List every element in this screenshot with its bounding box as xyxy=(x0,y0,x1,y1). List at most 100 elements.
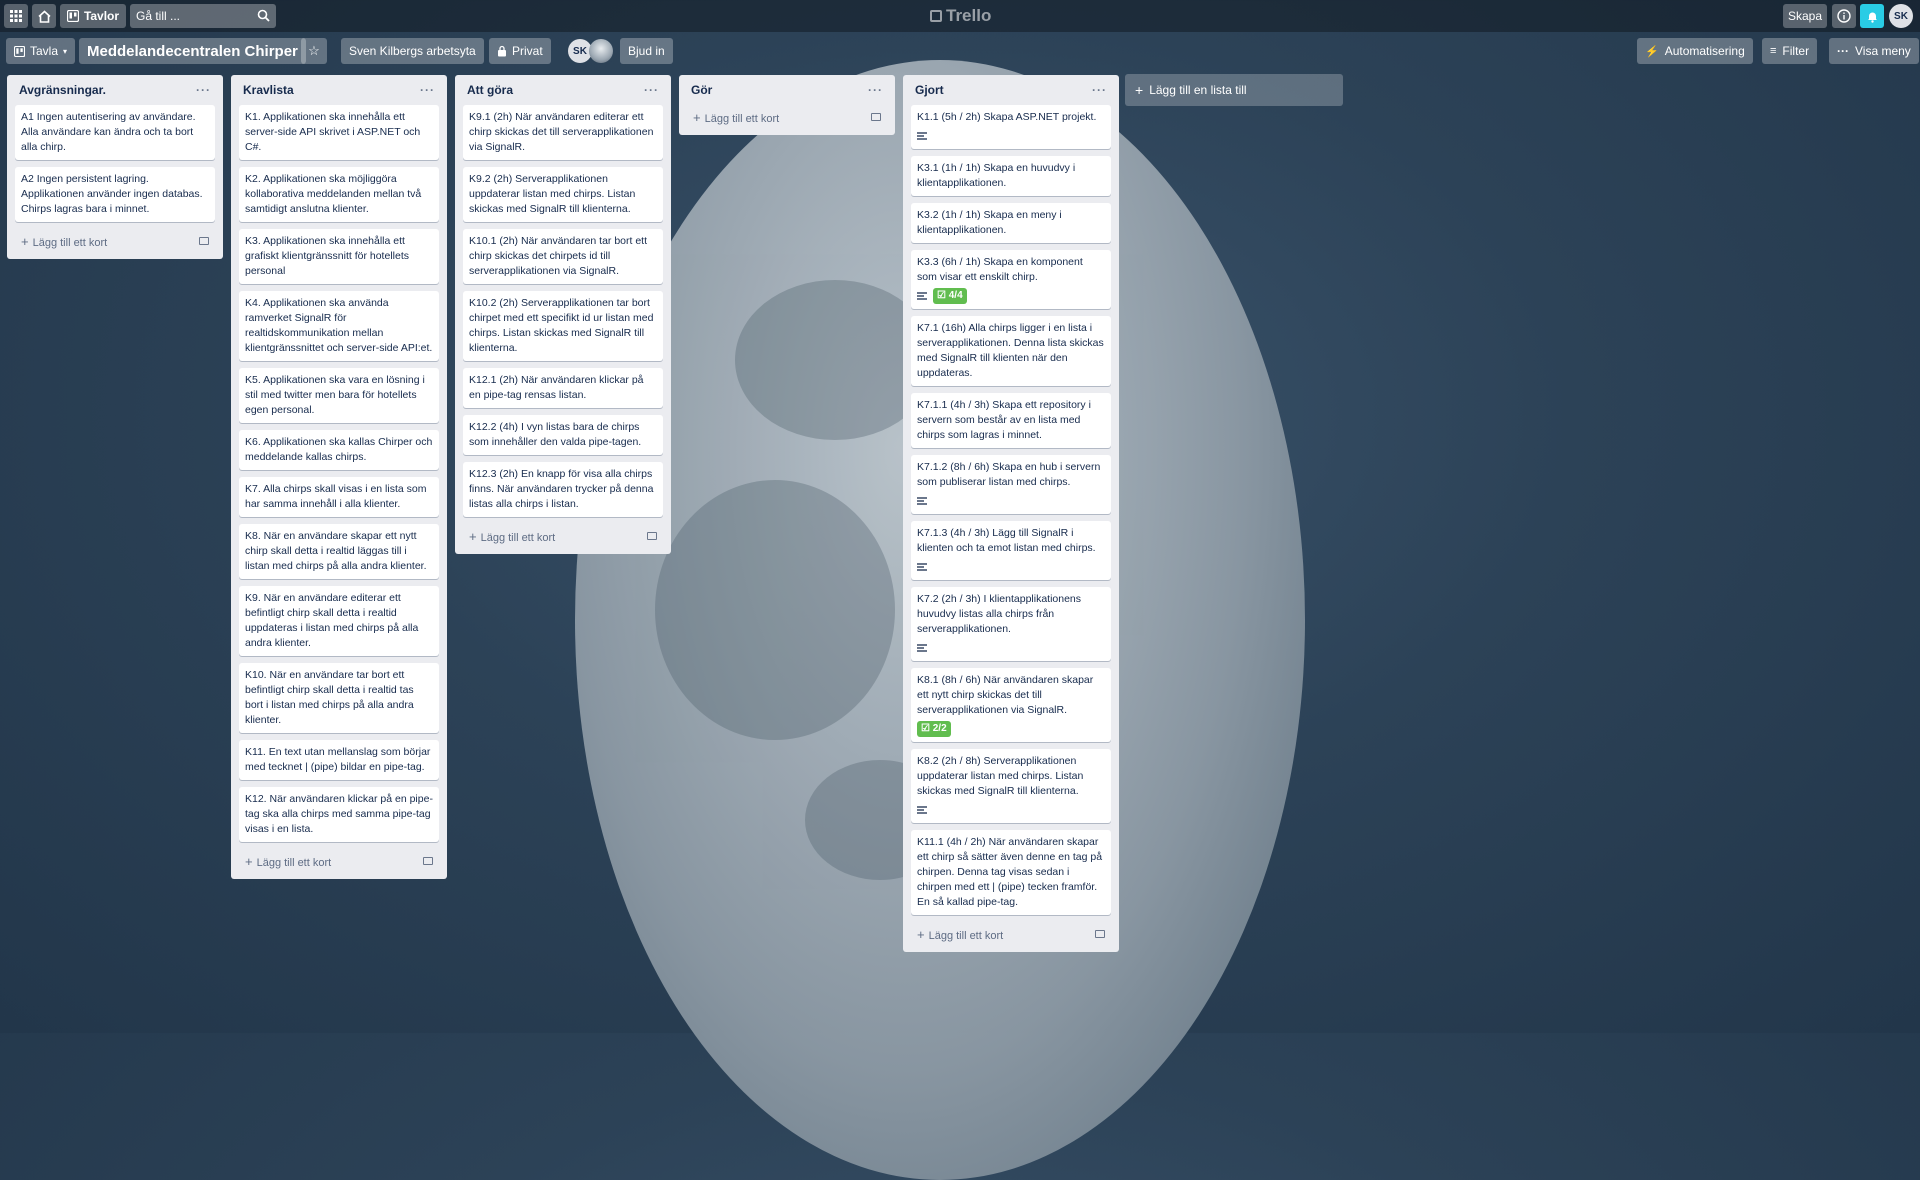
apps-icon[interactable] xyxy=(4,4,28,28)
card[interactable]: K8.1 (8h / 6h) När användaren skapar ett… xyxy=(911,668,1111,742)
card-title: K10.2 (2h) Serverapplikationen tar bort … xyxy=(469,297,654,354)
list-menu-icon[interactable]: ··· xyxy=(1092,83,1107,97)
checklist-badge: ☑ 2/2 xyxy=(917,721,951,737)
card[interactable]: K12. När användaren klickar på en pipe-t… xyxy=(239,787,439,842)
card-title: K7. Alla chirps skall visas i en lista s… xyxy=(245,483,427,510)
add-card-button[interactable]: + Lägg till ett kort xyxy=(239,849,439,873)
card[interactable]: K3.1 (1h / 1h) Skapa en huvudvy i klient… xyxy=(911,156,1111,196)
list-title[interactable]: Avgränsningar. xyxy=(19,83,106,97)
card[interactable]: K7.1.2 (8h / 6h) Skapa en hub i servern … xyxy=(911,455,1111,514)
info-button[interactable] xyxy=(1832,4,1856,28)
card[interactable]: K11. En text utan mellanslag som börjar … xyxy=(239,740,439,780)
card[interactable]: K6. Applikationen ska kallas Chirper och… xyxy=(239,430,439,470)
card[interactable]: A1 Ingen autentisering av användare. All… xyxy=(15,105,215,160)
automation-label: Automatisering xyxy=(1664,44,1745,58)
template-icon[interactable] xyxy=(871,113,881,121)
card[interactable]: K8.2 (2h / 8h) Serverapplikationen uppda… xyxy=(911,749,1111,823)
card[interactable]: K12.1 (2h) När användaren klickar på en … xyxy=(463,368,663,408)
card[interactable]: K8. När en användare skapar ett nytt chi… xyxy=(239,524,439,579)
list-title[interactable]: Kravlista xyxy=(243,83,294,97)
add-list-label: Lägg till en lista till xyxy=(1149,83,1247,97)
add-card-button[interactable]: + Lägg till ett kort xyxy=(687,105,887,129)
visibility-button[interactable]: Privat xyxy=(489,38,551,64)
list-header[interactable]: Gör ··· xyxy=(687,75,887,105)
card[interactable]: K7.2 (2h / 3h) I klientapplikationens hu… xyxy=(911,587,1111,661)
card[interactable]: K3. Applikationen ska innehålla ett graf… xyxy=(239,229,439,284)
list-header[interactable]: Kravlista ··· xyxy=(239,75,439,105)
card[interactable]: K7.1.3 (4h / 3h) Lägg till SignalR i kli… xyxy=(911,521,1111,580)
card[interactable]: K9.2 (2h) Serverapplikationen uppdaterar… xyxy=(463,167,663,222)
board-title[interactable]: Meddelandecentralen Chirper xyxy=(79,38,306,64)
automation-button[interactable]: ⚡ Automatisering xyxy=(1637,38,1753,64)
board-view-switcher[interactable]: Tavla ▾ xyxy=(6,38,76,64)
member-avatar-photo[interactable] xyxy=(589,39,613,63)
user-avatar[interactable]: SK xyxy=(1889,4,1913,28)
trello-logo[interactable]: Trello xyxy=(930,6,991,26)
card[interactable]: K9. När en användare editerar ett befint… xyxy=(239,586,439,656)
home-button[interactable] xyxy=(32,4,56,28)
template-icon[interactable] xyxy=(423,857,433,865)
template-icon[interactable] xyxy=(199,237,209,245)
workspace-button[interactable]: Sven Kilbergs arbetsyta xyxy=(341,38,484,64)
template-icon[interactable] xyxy=(647,532,657,540)
card[interactable]: K10.2 (2h) Serverapplikationen tar bort … xyxy=(463,291,663,361)
trello-icon xyxy=(930,10,942,22)
filter-icon: ≡ xyxy=(1770,45,1777,57)
list-title[interactable]: Gjort xyxy=(915,83,944,97)
menu-label: Visa meny xyxy=(1855,44,1911,58)
list: Avgränsningar. ··· A1 Ingen autentisering … xyxy=(7,75,223,259)
card-title: K8.1 (8h / 6h) När användaren skapar ett… xyxy=(917,674,1094,716)
template-icon[interactable] xyxy=(1095,930,1105,938)
list-header[interactable]: Gjort ··· xyxy=(911,75,1111,105)
lock-icon xyxy=(498,45,506,57)
card-title: K11.1 (4h / 2h) När användaren skapar et… xyxy=(917,836,1103,908)
bell-icon xyxy=(1867,12,1877,23)
description-icon xyxy=(917,132,927,140)
add-card-button[interactable]: + Lägg till ett kort xyxy=(463,524,663,548)
show-menu-button[interactable]: ··· Visa meny xyxy=(1829,38,1919,64)
card-title: K12. När användaren klickar på en pipe-t… xyxy=(245,793,433,835)
notifications-button[interactable] xyxy=(1860,4,1884,28)
card[interactable]: K11.1 (4h / 2h) När användaren skapar et… xyxy=(911,830,1111,915)
list-menu-icon[interactable]: ··· xyxy=(420,83,435,97)
list-title[interactable]: Gör xyxy=(691,83,712,97)
boards-label: Tavlor xyxy=(83,9,120,23)
list-menu-icon[interactable]: ··· xyxy=(868,83,883,97)
boards-button[interactable]: Tavlor xyxy=(60,4,126,28)
card[interactable]: K7. Alla chirps skall visas i en lista s… xyxy=(239,477,439,517)
card[interactable]: K4. Applikationen ska använda ramverket … xyxy=(239,291,439,361)
add-list-button[interactable]: + Lägg till en lista till xyxy=(1125,74,1343,106)
card[interactable]: K7.1.1 (4h / 3h) Skapa ett repository i … xyxy=(911,393,1111,448)
create-button[interactable]: Skapa xyxy=(1783,4,1827,28)
card[interactable]: K10. När en användare tar bort ett befin… xyxy=(239,663,439,733)
list-menu-icon[interactable]: ··· xyxy=(644,83,659,97)
card-badges xyxy=(917,493,1105,509)
card[interactable]: K9.1 (2h) När användaren editerar ett ch… xyxy=(463,105,663,160)
search-input[interactable]: Gå till ... xyxy=(130,4,276,28)
star-button[interactable]: ☆ xyxy=(301,38,327,64)
list-title[interactable]: Att göra xyxy=(467,83,513,97)
card[interactable]: K3.2 (1h / 1h) Skapa en meny i klientapp… xyxy=(911,203,1111,243)
list-header[interactable]: Att göra ··· xyxy=(463,75,663,105)
card-title: K4. Applikationen ska använda ramverket … xyxy=(245,297,433,354)
card[interactable]: K10.1 (2h) När användaren tar bort ett c… xyxy=(463,229,663,284)
card[interactable]: K12.3 (2h) En knapp för visa alla chirps… xyxy=(463,462,663,517)
add-card-label: Lägg till ett kort xyxy=(704,112,780,125)
card[interactable]: A2 Ingen persistent lagring. Applikation… xyxy=(15,167,215,222)
card-badges: ☑ 4/4 xyxy=(917,288,1105,304)
card[interactable]: K12.2 (4h) I vyn listas bara de chirps s… xyxy=(463,415,663,455)
card[interactable]: K1. Applikationen ska innehålla ett serv… xyxy=(239,105,439,160)
card[interactable]: K3.3 (6h / 1h) Skapa en komponent som vi… xyxy=(911,250,1111,309)
card[interactable]: K2. Applikationen ska möjliggöra kollabo… xyxy=(239,167,439,222)
list-header[interactable]: Avgränsningar. ··· xyxy=(15,75,215,105)
card[interactable]: K5. Applikationen ska vara en lösning i … xyxy=(239,368,439,423)
filter-button[interactable]: ≡ Filter xyxy=(1762,38,1818,64)
card[interactable]: K1.1 (5h / 2h) Skapa ASP.NET projekt. xyxy=(911,105,1111,149)
card[interactable]: K7.1 (16h) Alla chirps ligger i en lista… xyxy=(911,316,1111,386)
list-menu-icon[interactable]: ··· xyxy=(196,83,211,97)
add-card-button[interactable]: + Lägg till ett kort xyxy=(911,922,1111,946)
card-title: K6. Applikationen ska kallas Chirper och… xyxy=(245,436,433,463)
add-card-button[interactable]: + Lägg till ett kort xyxy=(15,229,215,253)
card-badges xyxy=(917,802,1105,818)
invite-button[interactable]: Bjud in xyxy=(620,38,673,64)
